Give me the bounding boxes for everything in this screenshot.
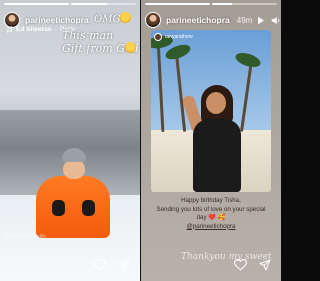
face — [63, 159, 85, 179]
avatar[interactable] — [145, 12, 161, 28]
username[interactable]: parineetichopra — [25, 15, 89, 25]
face — [206, 92, 226, 114]
music-artist: Ed Sheeran — [16, 26, 52, 33]
header-controls — [257, 16, 281, 25]
black-top — [193, 119, 241, 192]
story-actions-left — [93, 259, 130, 271]
progress-segment — [71, 3, 136, 5]
progress-fill — [212, 3, 232, 5]
repost-avatar — [154, 33, 162, 41]
progress-fill — [71, 3, 107, 5]
progress-fill — [145, 3, 210, 5]
person-photo-right — [181, 85, 251, 192]
overlay-text-this-man: This man — [62, 29, 114, 42]
play-icon[interactable] — [257, 16, 265, 25]
overlay-text-omg: OMG — [94, 14, 121, 25]
story-left[interactable]: parineetichopra Ed Sheeran · Perfe OMG T… — [0, 0, 140, 281]
person-photo-left — [36, 148, 110, 238]
beanie — [62, 148, 86, 162]
reposted-story-card[interactable]: tanyarathore — [151, 30, 271, 192]
progress-segment — [212, 3, 277, 5]
caption-mention[interactable]: @parineetichopra — [141, 223, 281, 232]
story-right[interactable]: parineetichopra 49m tanyarathore Happy b… — [141, 0, 281, 281]
orange-jacket — [36, 176, 110, 238]
post-time: 49m — [236, 15, 253, 25]
progress-segment — [4, 3, 69, 5]
laughing-emoji-icon — [120, 12, 131, 23]
speaker-icon[interactable] — [271, 16, 281, 25]
caption-line: Happy birthday Tisha, — [181, 197, 241, 204]
progress-fill — [4, 3, 69, 5]
story-header-right: parineetichopra 49m — [145, 9, 280, 31]
photo-credit: @ankityadavforlife — [5, 234, 47, 240]
heart-icon[interactable] — [234, 259, 247, 271]
send-icon[interactable] — [259, 259, 271, 271]
repost-header[interactable]: tanyarathore — [154, 33, 193, 41]
story-progress-left — [4, 3, 136, 5]
heart-icon[interactable] — [93, 259, 106, 271]
username[interactable]: parineetichopra — [166, 15, 230, 25]
caption-line: Sending you lots of love on your special — [156, 205, 266, 213]
story-progress-right — [145, 3, 277, 5]
repost-username: tanyarathore — [165, 34, 194, 40]
caption-line: day ❤️ 🥰 — [196, 214, 226, 221]
music-icon — [6, 26, 13, 33]
send-icon[interactable] — [118, 259, 130, 271]
story-actions-right — [234, 259, 271, 271]
glove — [52, 200, 65, 216]
glove — [82, 200, 95, 216]
heart-eyes-emoji-icon — [125, 42, 136, 53]
progress-segment — [145, 3, 210, 5]
